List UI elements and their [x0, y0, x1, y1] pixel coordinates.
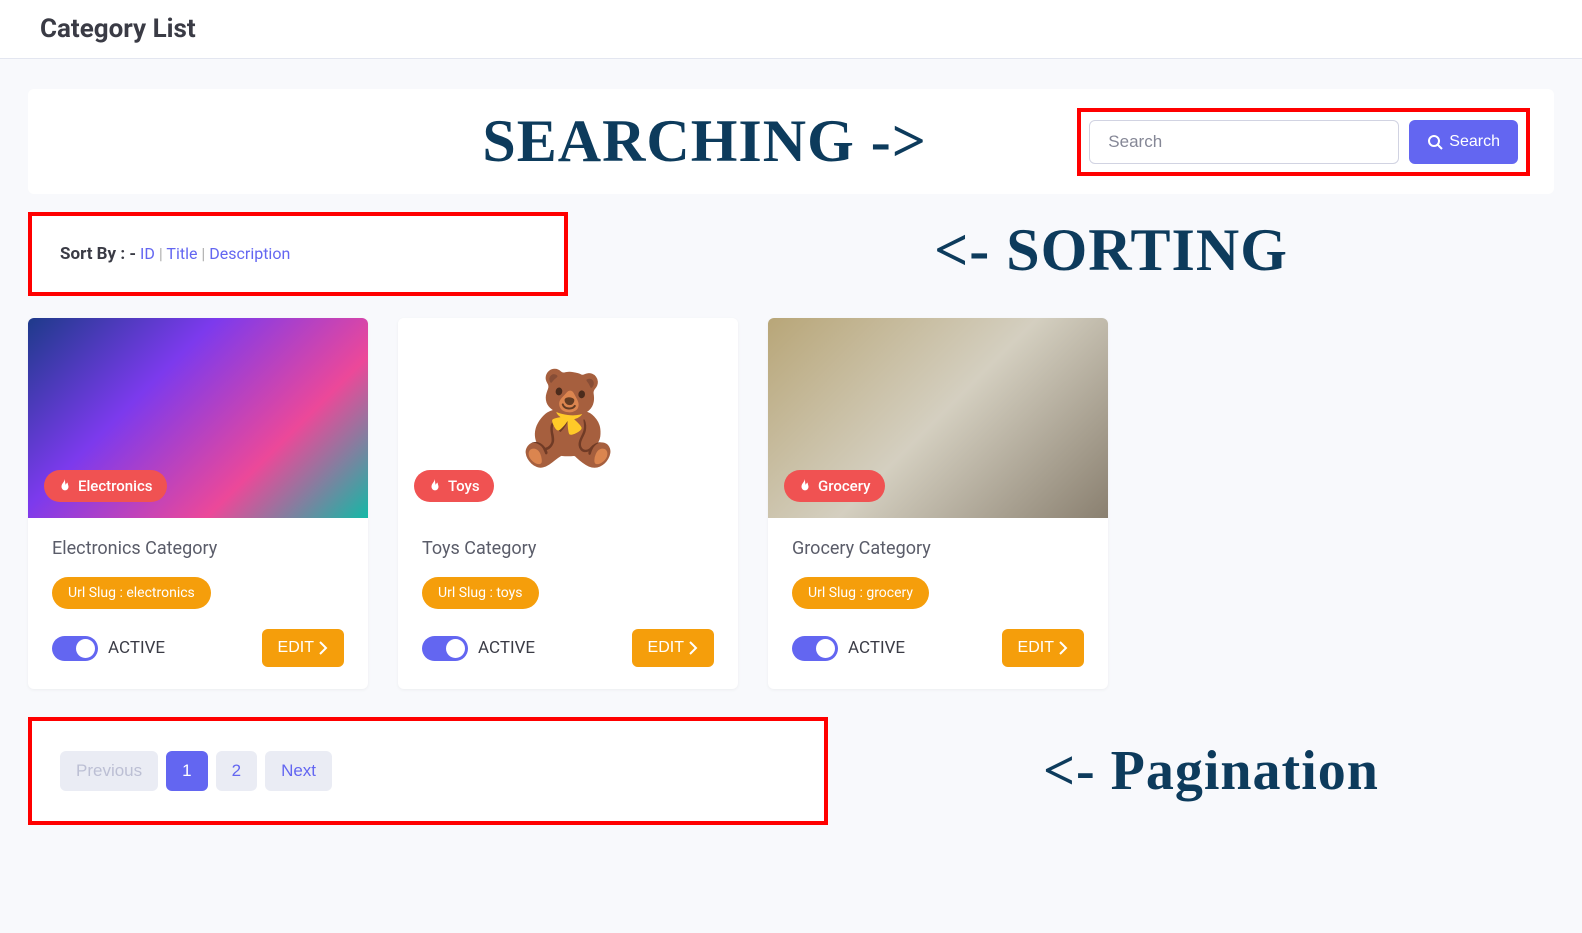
category-badge[interactable]: Grocery	[784, 470, 885, 502]
flame-icon	[798, 479, 812, 493]
search-button[interactable]: Search	[1409, 120, 1518, 164]
edit-button[interactable]: EDIT	[1002, 629, 1084, 667]
status-toggle[interactable]	[422, 636, 468, 661]
card-image: Electronics	[28, 318, 368, 518]
flame-icon	[428, 479, 442, 493]
search-icon	[1427, 134, 1443, 150]
page-header: Category List	[0, 0, 1582, 59]
edit-button-label: EDIT	[1018, 639, 1054, 657]
category-card-electronics: Electronics Electronics Category Url Slu…	[28, 318, 368, 689]
status-toggle-wrap: ACTIVE	[792, 636, 905, 661]
annotation-searching: SEARCHING ->	[52, 107, 1077, 176]
edit-button[interactable]: EDIT	[632, 629, 714, 667]
sort-option-id[interactable]: ID	[140, 244, 155, 263]
main-content: SEARCHING -> Search Sort By : - ID | Tit…	[0, 59, 1582, 855]
chevron-right-icon	[318, 641, 328, 655]
search-button-label: Search	[1449, 133, 1500, 151]
annotation-sorting: <- SORTING	[568, 220, 1554, 280]
page-title: Category List	[40, 14, 1542, 44]
card-image: 🧸 Toys	[398, 318, 738, 518]
status-label: ACTIVE	[108, 638, 165, 658]
flame-icon	[58, 479, 72, 493]
annotation-pagination: <- Pagination	[828, 739, 1554, 803]
status-toggle-wrap: ACTIVE	[422, 636, 535, 661]
card-body: Toys Category Url Slug : toys ACTIVE EDI…	[398, 518, 738, 689]
status-toggle[interactable]	[792, 636, 838, 661]
card-title: Electronics Category	[52, 538, 344, 559]
card-body: Grocery Category Url Slug : grocery ACTI…	[768, 518, 1108, 689]
card-body: Electronics Category Url Slug : electron…	[28, 518, 368, 689]
category-badge[interactable]: Toys	[414, 470, 494, 502]
card-footer: ACTIVE EDIT	[792, 629, 1084, 667]
badge-label: Electronics	[78, 477, 153, 495]
edit-button-label: EDIT	[648, 639, 684, 657]
pagination: Previous 1 2 Next	[60, 751, 796, 791]
pagination-page-1[interactable]: 1	[166, 751, 207, 791]
category-card-toys: 🧸 Toys Toys Category Url Slug : toys ACT…	[398, 318, 738, 689]
search-box-highlight: Search	[1077, 108, 1530, 176]
pagination-previous[interactable]: Previous	[60, 751, 158, 791]
sort-options: ID | Title | Description	[140, 244, 290, 263]
category-badge[interactable]: Electronics	[44, 470, 167, 502]
chevron-right-icon	[1058, 641, 1068, 655]
slug-badge: Url Slug : toys	[422, 577, 539, 609]
cards-row: Electronics Electronics Category Url Slu…	[28, 318, 1554, 689]
card-image: Grocery	[768, 318, 1108, 518]
status-toggle[interactable]	[52, 636, 98, 661]
status-toggle-wrap: ACTIVE	[52, 636, 165, 661]
slug-badge: Url Slug : electronics	[52, 577, 211, 609]
card-title: Toys Category	[422, 538, 714, 559]
status-label: ACTIVE	[848, 638, 905, 658]
pagination-next[interactable]: Next	[265, 751, 332, 791]
card-footer: ACTIVE EDIT	[52, 629, 344, 667]
sort-option-title[interactable]: Title	[166, 244, 197, 263]
status-label: ACTIVE	[478, 638, 535, 658]
badge-label: Grocery	[818, 477, 871, 495]
pagination-page-2[interactable]: 2	[216, 751, 257, 791]
toys-placeholder-icon: 🧸	[512, 366, 624, 471]
pagination-highlight: Previous 1 2 Next	[28, 717, 828, 825]
badge-label: Toys	[448, 477, 480, 495]
sort-box-highlight: Sort By : - ID | Title | Description	[28, 212, 568, 296]
sort-row: Sort By : - ID | Title | Description <- …	[28, 212, 1554, 296]
sort-option-description[interactable]: Description	[209, 244, 290, 263]
chevron-right-icon	[688, 641, 698, 655]
sort-label: Sort By : -	[60, 244, 136, 264]
pagination-row: Previous 1 2 Next <- Pagination	[28, 717, 1554, 825]
search-section: SEARCHING -> Search	[28, 89, 1554, 194]
card-title: Grocery Category	[792, 538, 1084, 559]
card-footer: ACTIVE EDIT	[422, 629, 714, 667]
category-card-grocery: Grocery Grocery Category Url Slug : groc…	[768, 318, 1108, 689]
edit-button[interactable]: EDIT	[262, 629, 344, 667]
search-input[interactable]	[1089, 120, 1399, 164]
edit-button-label: EDIT	[278, 639, 314, 657]
slug-badge: Url Slug : grocery	[792, 577, 929, 609]
